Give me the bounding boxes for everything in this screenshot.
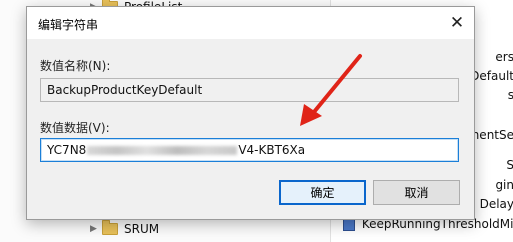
value-name-text: BackupProductKeyDefault	[47, 83, 203, 97]
cancel-button[interactable]: 取消	[373, 180, 460, 205]
tree-item-label: SRUM	[124, 222, 160, 236]
chevron-right-icon[interactable]: ▶	[90, 224, 102, 234]
value-name: Delay	[479, 197, 513, 211]
value-data-label: 数值数据(V):	[40, 121, 110, 135]
value-item[interactable]: ers	[495, 50, 513, 64]
folder-icon	[102, 220, 118, 235]
value-item[interactable]: s	[508, 88, 513, 102]
value-name: s	[507, 88, 513, 102]
tree-item-srum[interactable]: ▶ SRUM	[90, 220, 159, 238]
dialog-content: 数值名称(N): BackupProductKeyDefault 数值数据(V)…	[27, 39, 474, 219]
dialog-title: 编辑字符串	[38, 18, 99, 32]
value-data-input[interactable]: YC7N8 V4-KBT6Xa	[40, 138, 459, 162]
value-item[interactable]: Default	[470, 69, 513, 83]
edit-string-dialog: 编辑字符串 ✕ 数值名称(N): BackupProductKeyDefault…	[26, 6, 475, 220]
dialog-title-bar[interactable]: 编辑字符串 ✕	[27, 7, 474, 39]
value-name: S	[506, 158, 513, 172]
value-data-suffix: V4-KBT6Xa	[238, 143, 306, 157]
value-item[interactable]: S	[506, 158, 513, 172]
ok-button[interactable]: 确定	[279, 180, 366, 205]
value-name-field: BackupProductKeyDefault	[40, 78, 459, 102]
value-data-prefix: YC7N8	[47, 143, 87, 157]
value-name: gin	[495, 178, 513, 192]
redacted-region	[87, 145, 238, 155]
value-name: Default	[470, 69, 513, 83]
reg-value-icon	[343, 218, 355, 231]
close-button[interactable]: ✕	[441, 8, 473, 38]
value-item[interactable]: gin	[495, 178, 513, 192]
value-item[interactable]: Delay	[480, 197, 513, 211]
value-name: ers	[495, 50, 513, 64]
close-icon: ✕	[449, 13, 465, 33]
value-name-label: 数值名称(N):	[40, 59, 111, 73]
